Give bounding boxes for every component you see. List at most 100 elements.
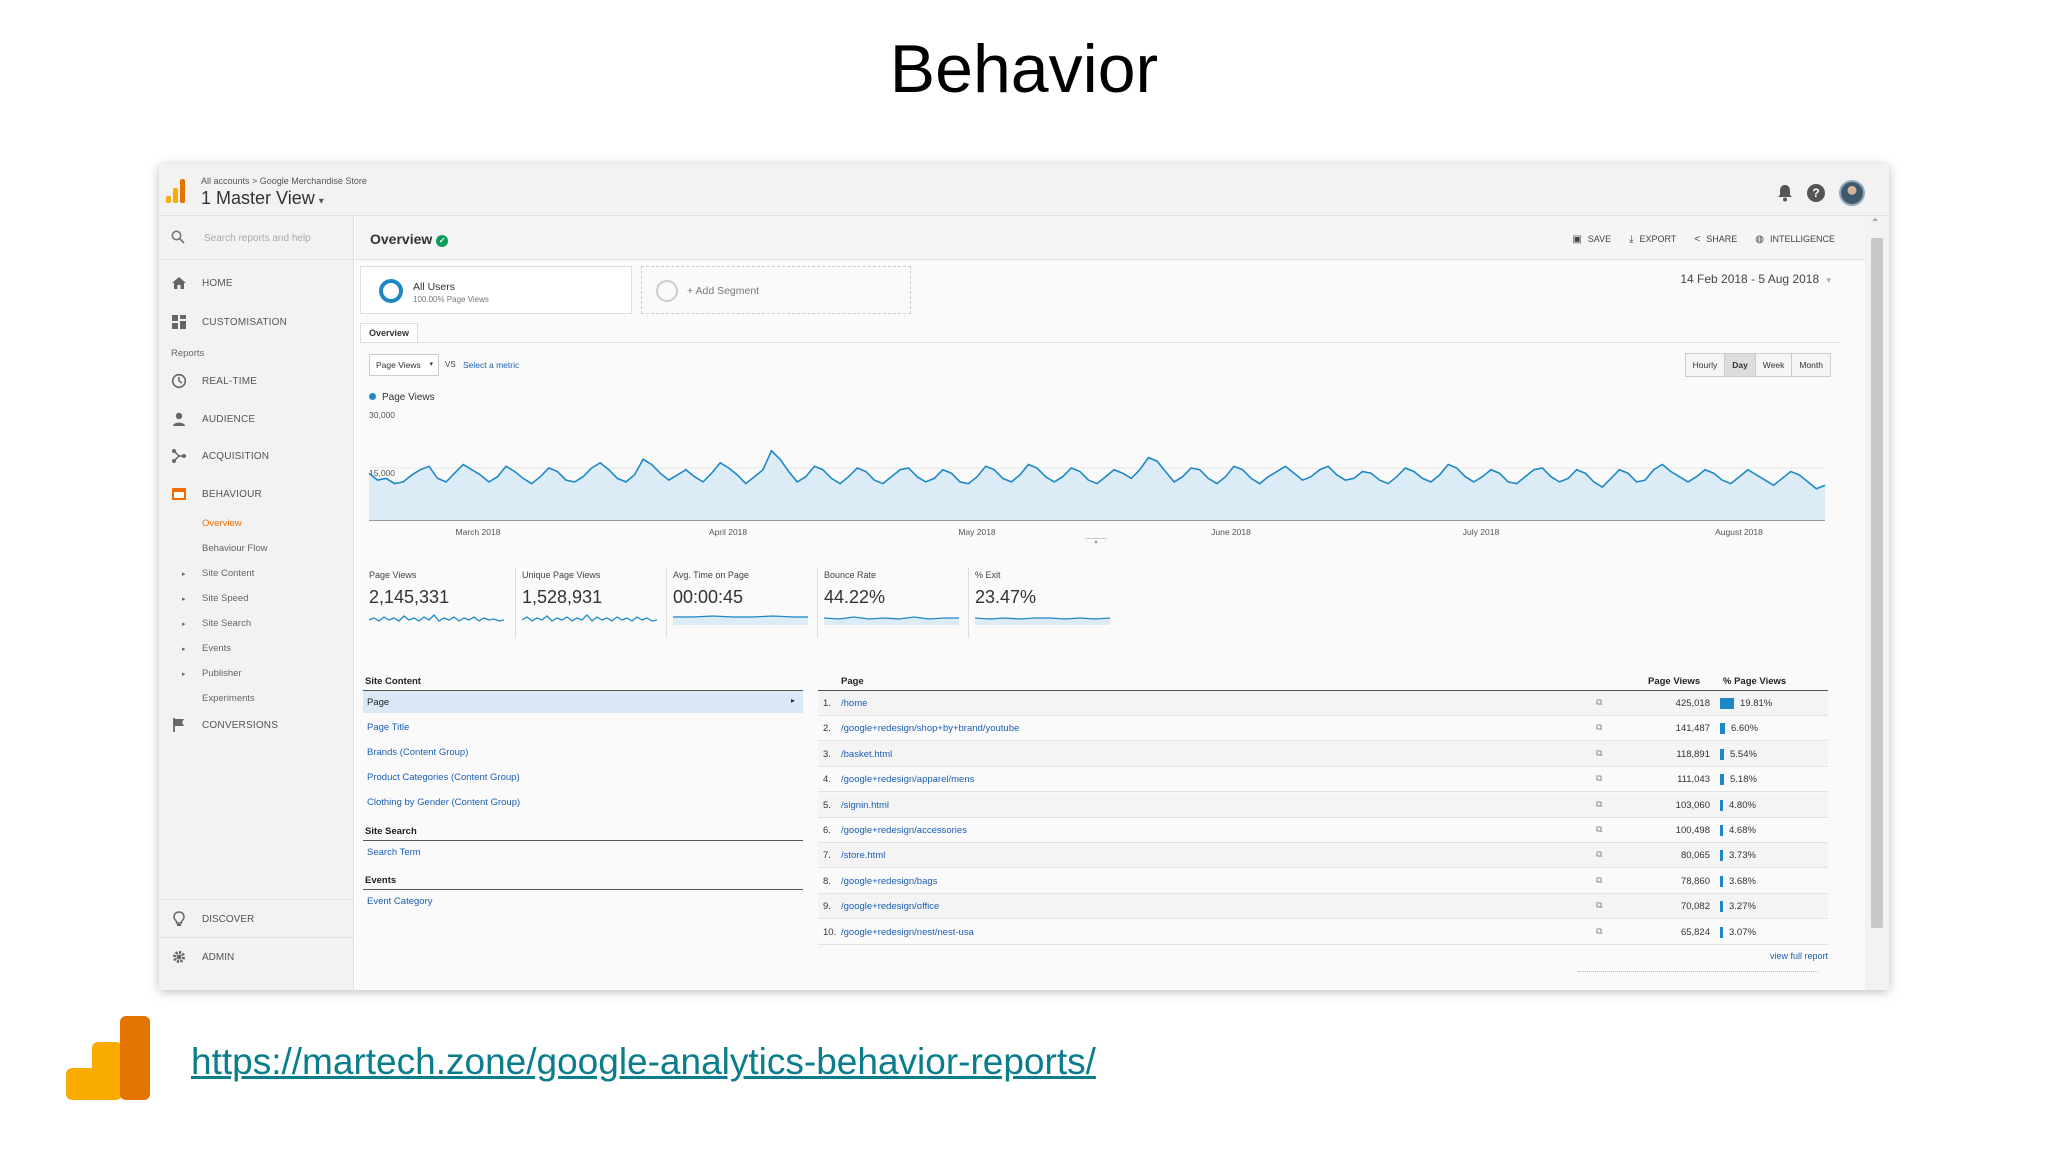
- sidebar-item-conversions[interactable]: CONVERSIONS: [159, 710, 354, 740]
- open-link-icon[interactable]: ⧉: [1596, 849, 1602, 860]
- dimension-product-categories[interactable]: Product Categories (Content Group): [363, 766, 803, 788]
- share-button[interactable]: < SHARE: [1694, 234, 1737, 245]
- open-link-icon[interactable]: ⧉: [1596, 697, 1602, 708]
- sidebar-subitem-site-search[interactable]: Site Search: [202, 618, 251, 629]
- view-selector[interactable]: 1 Master View ▾: [201, 188, 324, 209]
- dimension-event-category[interactable]: Event Category: [363, 890, 803, 912]
- granularity-week-button[interactable]: Week: [1755, 354, 1793, 376]
- dimension-page[interactable]: Page ▸: [363, 691, 803, 713]
- open-link-icon[interactable]: ⧉: [1596, 824, 1602, 835]
- slide: Behavior All accounts > Google Merchandi…: [0, 0, 2048, 1152]
- page-path-link[interactable]: /google+redesign/shop+by+brand/youtube: [841, 723, 1019, 734]
- open-link-icon[interactable]: ⧉: [1596, 722, 1602, 733]
- search-box[interactable]: Search reports and help: [159, 216, 354, 260]
- view-full-report-link[interactable]: view full report: [1770, 951, 1828, 961]
- page-path-link[interactable]: /google+redesign/apparel/mens: [841, 774, 974, 785]
- sidebar-subitem-events[interactable]: Events: [202, 643, 231, 654]
- table-row[interactable]: 3. /basket.html ⧉ 118,891 5.54%: [818, 741, 1828, 767]
- scorecard-bounce-rate[interactable]: Bounce Rate 44.22%: [817, 568, 967, 638]
- search-input[interactable]: Search reports and help: [204, 233, 311, 244]
- table-row[interactable]: 2. /google+redesign/shop+by+brand/youtube…: [818, 716, 1828, 742]
- sidebar-item-admin[interactable]: ADMIN: [159, 937, 354, 975]
- sidebar-subitem-publisher[interactable]: Publisher: [202, 668, 242, 679]
- table-row[interactable]: 6. /google+redesign/accessories ⧉ 100,498 4.…: [818, 818, 1828, 843]
- breadcrumb[interactable]: All accounts > Google Merchandise Store: [201, 176, 367, 186]
- help-icon[interactable]: ?: [1807, 184, 1825, 202]
- dimension-brands[interactable]: Brands (Content Group): [363, 741, 803, 763]
- table-row[interactable]: 4. /google+redesign/apparel/mens ⧉ 111,043 5…: [818, 767, 1828, 793]
- table-row[interactable]: 1. /home ⧉ 425,018 19.81%: [818, 691, 1828, 716]
- dimension-page-title[interactable]: Page Title: [363, 716, 803, 738]
- page-path-link[interactable]: /signin.html: [841, 800, 889, 811]
- main-content: Overview ✓ ▣ SAVE ⤓ EXPORT < SHARE ◍ INTELLIG…: [355, 216, 1865, 990]
- open-link-icon[interactable]: ⧉: [1596, 799, 1602, 810]
- scrollbar-thumb[interactable]: [1871, 238, 1883, 928]
- scrollbar[interactable]: ⌃: [1865, 216, 1889, 990]
- behaviour-window-icon: [171, 486, 187, 502]
- sidebar-subitem-site-content[interactable]: Site Content: [202, 568, 254, 579]
- sidebar-subitem-experiments[interactable]: Experiments: [202, 693, 255, 704]
- percent-bar: [1720, 698, 1734, 709]
- expand-arrow-icon[interactable]: ▸: [182, 645, 186, 653]
- dimension-clothing-by-gender[interactable]: Clothing by Gender (Content Group): [363, 791, 803, 813]
- open-link-icon[interactable]: ⧉: [1596, 926, 1602, 937]
- page-path-link[interactable]: /google+redesign/office: [841, 901, 939, 912]
- percent-bar: [1720, 774, 1724, 786]
- open-link-icon[interactable]: ⧉: [1596, 773, 1602, 784]
- date-range-label: 14 Feb 2018 - 5 Aug 2018: [1680, 272, 1820, 286]
- save-button[interactable]: ▣ SAVE: [1572, 234, 1611, 245]
- expand-arrow-icon[interactable]: ▸: [182, 620, 186, 628]
- page-path-link[interactable]: /store.html: [841, 850, 885, 861]
- page-path-link[interactable]: /google+redesign/accessories: [841, 825, 967, 836]
- granularity-month-button[interactable]: Month: [1792, 354, 1830, 376]
- open-link-icon[interactable]: ⧉: [1596, 875, 1602, 886]
- sidebar-subitem-site-speed[interactable]: Site Speed: [202, 593, 248, 604]
- open-link-icon[interactable]: ⧉: [1596, 748, 1602, 759]
- page-path-link[interactable]: /google+redesign/bags: [841, 876, 937, 887]
- sidebar-item-acquisition[interactable]: ACQUISITION: [159, 441, 354, 471]
- intelligence-button[interactable]: ◍ INTELLIGENCE: [1755, 234, 1835, 245]
- sidebar-item-behaviour[interactable]: BEHAVIOUR: [159, 479, 354, 509]
- sidebar-item-discover[interactable]: DISCOVER: [159, 899, 354, 937]
- tab-overview[interactable]: Overview: [360, 323, 419, 343]
- scorecard-unique-page-views[interactable]: Unique Page Views 1,528,931: [515, 568, 665, 638]
- avatar[interactable]: [1839, 180, 1865, 206]
- row-rank: 3.: [823, 748, 831, 760]
- source-link[interactable]: https://martech.zone/google-analytics-be…: [191, 1041, 1096, 1083]
- sidebar-item-home[interactable]: HOME: [159, 268, 354, 298]
- bell-icon[interactable]: [1777, 184, 1793, 202]
- expand-arrow-icon[interactable]: ▸: [182, 670, 186, 678]
- sidebar-item-customisation[interactable]: CUSTOMISATION: [159, 307, 354, 337]
- chart-resize-handle[interactable]: ▾: [1085, 538, 1107, 546]
- person-icon: [171, 411, 187, 427]
- segment-all-users[interactable]: All Users 100.00% Page Views: [360, 266, 632, 314]
- add-segment-button[interactable]: + Add Segment: [641, 266, 911, 314]
- table-row[interactable]: 8. /google+redesign/bags ⧉ 78,860 3.68%: [818, 869, 1828, 894]
- export-button[interactable]: ⤓ EXPORT: [1629, 234, 1676, 245]
- table-row[interactable]: 7. /store.html ⧉ 80,065 3.73%: [818, 843, 1828, 869]
- sidebar-subitem-behaviour-flow[interactable]: Behaviour Flow: [202, 543, 267, 554]
- date-range-picker[interactable]: 14 Feb 2018 - 5 Aug 2018 ▾: [1680, 272, 1831, 286]
- granularity-day-button[interactable]: Day: [1725, 354, 1756, 376]
- open-link-icon[interactable]: ⧉: [1596, 900, 1602, 911]
- metric-dropdown[interactable]: Page Views ▾: [369, 354, 439, 376]
- select-metric-link[interactable]: Select a metric: [463, 360, 519, 370]
- expand-arrow-icon[interactable]: ▸: [182, 570, 186, 578]
- table-row[interactable]: 9. /google+redesign/office ⧉ 70,082 3.27%: [818, 894, 1828, 920]
- sidebar-item-audience[interactable]: AUDIENCE: [159, 404, 354, 434]
- page-path-link[interactable]: /basket.html: [841, 749, 892, 760]
- dimension-search-term[interactable]: Search Term: [363, 841, 803, 863]
- sidebar-item-realtime[interactable]: REAL-TIME: [159, 366, 354, 396]
- table-row[interactable]: 10. /google+redesign/nest/nest-usa ⧉ 65,824…: [818, 920, 1828, 945]
- table-row[interactable]: 5. /signin.html ⧉ 103,060 4.80%: [818, 792, 1828, 818]
- expand-arrow-icon[interactable]: ▸: [182, 595, 186, 603]
- scorecard-avg-time-on-page[interactable]: Avg. Time on Page 00:00:45: [666, 568, 816, 638]
- page-path-link[interactable]: /google+redesign/nest/nest-usa: [841, 927, 974, 938]
- page-path-link[interactable]: /home: [841, 698, 867, 709]
- granularity-hourly-button[interactable]: Hourly: [1685, 354, 1726, 376]
- sidebar-subitem-overview[interactable]: Overview: [202, 518, 242, 529]
- scorecard-label: Bounce Rate: [824, 570, 877, 580]
- scorecard-exit[interactable]: % Exit 23.47%: [968, 568, 1118, 638]
- chevron-up-icon[interactable]: ⌃: [1871, 218, 1879, 229]
- scorecard-page-views[interactable]: Page Views 2,145,331: [363, 568, 513, 638]
